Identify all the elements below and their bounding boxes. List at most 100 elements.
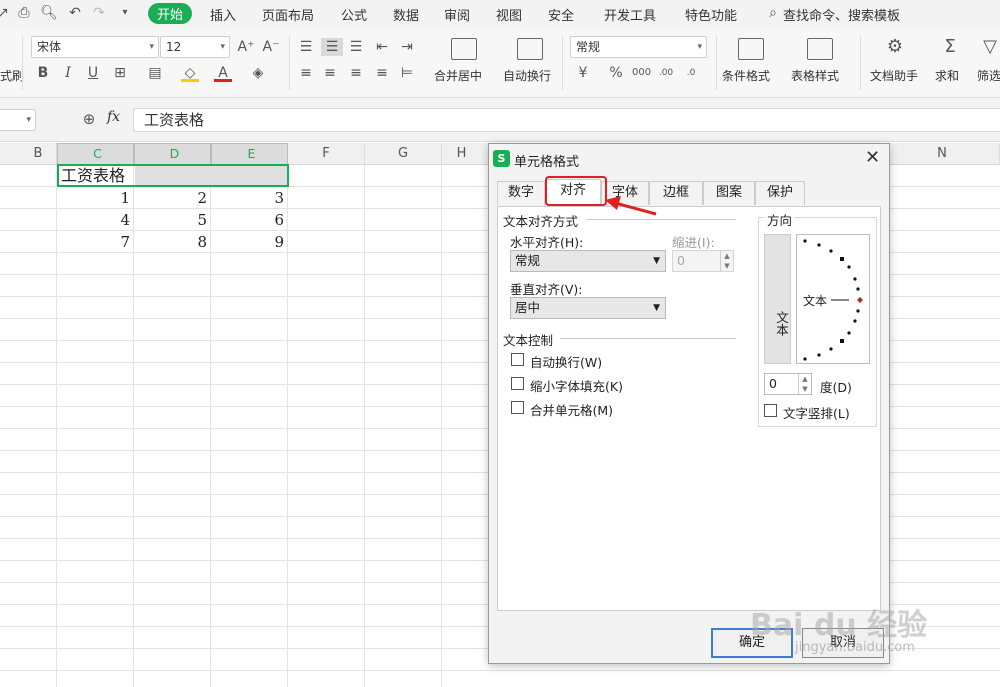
orientation-dial[interactable]: 文本 [796,234,870,364]
italic-icon[interactable]: I [59,64,77,82]
column-header-n[interactable]: N [890,143,1000,165]
wrap-text-label[interactable]: 自动换行(W) [530,352,602,371]
wrap-text-icon[interactable] [517,38,543,60]
column-header-f[interactable]: F [288,143,365,165]
vertical-align-select[interactable]: 居中 ▼ [510,297,666,319]
tab-review[interactable]: 审阅 [444,5,470,24]
border-icon[interactable]: ⊞ [111,64,129,82]
name-box[interactable]: ▾ [0,109,36,131]
align-middle-icon[interactable]: ☰ [321,38,343,56]
cell-e4[interactable]: 9 [211,231,288,253]
tab-number[interactable]: 数字 [497,181,545,205]
format-painter-label[interactable]: 式刷 [0,67,24,84]
align-center-icon[interactable]: ≡ [321,64,339,82]
zoom-formula-icon[interactable]: ⊕ [80,110,98,128]
shrink-to-fit-checkbox[interactable] [511,377,524,390]
currency-icon[interactable]: ¥ [574,64,592,82]
align-right-icon[interactable]: ≡ [347,64,365,82]
redo-icon[interactable]: ↷ [90,5,108,21]
thousands-icon[interactable]: 000 [632,64,651,82]
cell-c4[interactable]: 7 [57,231,134,253]
fx-icon[interactable]: fx [107,109,120,125]
font-color-icon[interactable]: A [214,64,232,82]
align-left-icon[interactable]: ≡ [297,64,315,82]
table-style-icon[interactable] [807,38,833,60]
filter-button[interactable]: 筛选 [977,67,1000,84]
percent-icon[interactable]: % [607,64,625,82]
doc-helper-icon[interactable]: ⚙ [886,38,904,56]
redo-partial-icon[interactable]: ↗ [0,5,12,21]
increase-decimal-icon[interactable]: .00 [657,64,675,82]
number-format-select[interactable]: 常规 ▾ [570,36,707,58]
undo-icon[interactable]: ↶ [66,5,84,21]
align-top-icon[interactable]: ☰ [297,38,315,56]
merge-center-button[interactable]: 合并居中 [434,67,482,84]
merge-cells-checkbox[interactable] [511,401,524,414]
chevron-down-icon[interactable]: ▾ [116,5,134,21]
cell-d4[interactable]: 8 [134,231,211,253]
column-header-d[interactable]: D [134,143,211,165]
print-icon[interactable]: ⎙ [15,5,33,21]
print-preview-icon[interactable]: 🔍︎ [40,5,58,21]
tab-security[interactable]: 安全 [548,5,574,24]
underline-icon[interactable]: U [84,64,102,82]
degree-spinner[interactable]: 0 ▲ ▼ [764,373,812,395]
tab-data[interactable]: 数据 [393,5,419,24]
wrap-text-button[interactable]: 自动换行 [503,67,551,84]
clear-format-icon[interactable]: ◈ [249,64,267,82]
increase-font-icon[interactable]: A⁺ [237,38,255,56]
column-header-c[interactable]: C [57,143,134,165]
vertical-text-button[interactable]: 文本 [764,234,791,364]
column-header-e[interactable]: E [211,143,288,165]
conditional-format-button[interactable]: 条件格式 [722,67,770,84]
fill-color-icon[interactable]: ◇ [181,64,199,82]
table-style-button[interactable]: 表格样式 [791,67,839,84]
font-name-select[interactable]: 宋体 ▾ [31,36,159,58]
close-icon[interactable]: ✕ [865,147,880,168]
cell-c3[interactable]: 4 [57,209,134,231]
spinner-arrows-icon[interactable]: ▲ ▼ [798,374,811,394]
cell-d2[interactable]: 2 [134,187,211,209]
shrink-to-fit-label[interactable]: 缩小字体填充(K) [530,376,623,395]
merge-cells-label[interactable]: 合并单元格(M) [530,400,613,419]
sum-button[interactable]: 求和 [935,67,959,84]
distributed-icon[interactable]: ⊨ [398,64,416,82]
column-header-h[interactable]: H [442,143,492,165]
cell-c1[interactable]: 工资表格 [58,165,134,187]
cell-e2[interactable]: 3 [211,187,288,209]
decrease-font-icon[interactable]: A⁻ [262,38,280,56]
tab-home[interactable]: 开始 [148,3,193,24]
tab-pattern[interactable]: 图案 [703,181,755,205]
tab-formula[interactable]: 公式 [341,5,367,24]
conditional-format-icon[interactable] [738,38,764,60]
column-header-b[interactable]: B [0,143,57,165]
merge-center-icon[interactable] [451,38,477,60]
formula-input[interactable]: 工资表格 [133,108,1000,132]
decrease-indent-icon[interactable]: ⇤ [373,38,391,56]
spinner-arrows-icon[interactable]: ▲ ▼ [720,251,733,271]
indent-spinner[interactable]: 0 ▲ ▼ [672,250,734,272]
doc-helper-button[interactable]: 文档助手 [870,67,918,84]
bold-icon[interactable]: B [34,64,52,82]
tab-insert[interactable]: 插入 [210,5,236,24]
cell-c2[interactable]: 1 [57,187,134,209]
align-bottom-icon[interactable]: ☰ [347,38,365,56]
search-command[interactable]: 查找命令、搜索模板 [783,5,900,24]
tab-page-layout[interactable]: 页面布局 [262,5,314,24]
wrap-text-checkbox[interactable] [511,353,524,366]
tab-special[interactable]: 特色功能 [685,5,737,24]
increase-indent-icon[interactable]: ⇥ [398,38,416,56]
justify-icon[interactable]: ≡ [373,64,391,82]
font-size-select[interactable]: 12 ▾ [160,36,230,58]
tab-protection[interactable]: 保护 [755,181,805,205]
tab-view[interactable]: 视图 [496,5,522,24]
decrease-decimal-icon[interactable]: .0 [682,64,700,82]
sum-icon[interactable]: Σ [941,38,959,56]
fill-pattern-icon[interactable]: ▤ [146,64,164,82]
vertical-chars-checkbox[interactable] [764,404,777,417]
cell-d3[interactable]: 5 [134,209,211,231]
column-header-g[interactable]: G [365,143,442,165]
filter-icon[interactable]: ▽ [981,38,999,56]
cell-e3[interactable]: 6 [211,209,288,231]
vertical-chars-label[interactable]: 文字竖排(L) [783,403,850,422]
